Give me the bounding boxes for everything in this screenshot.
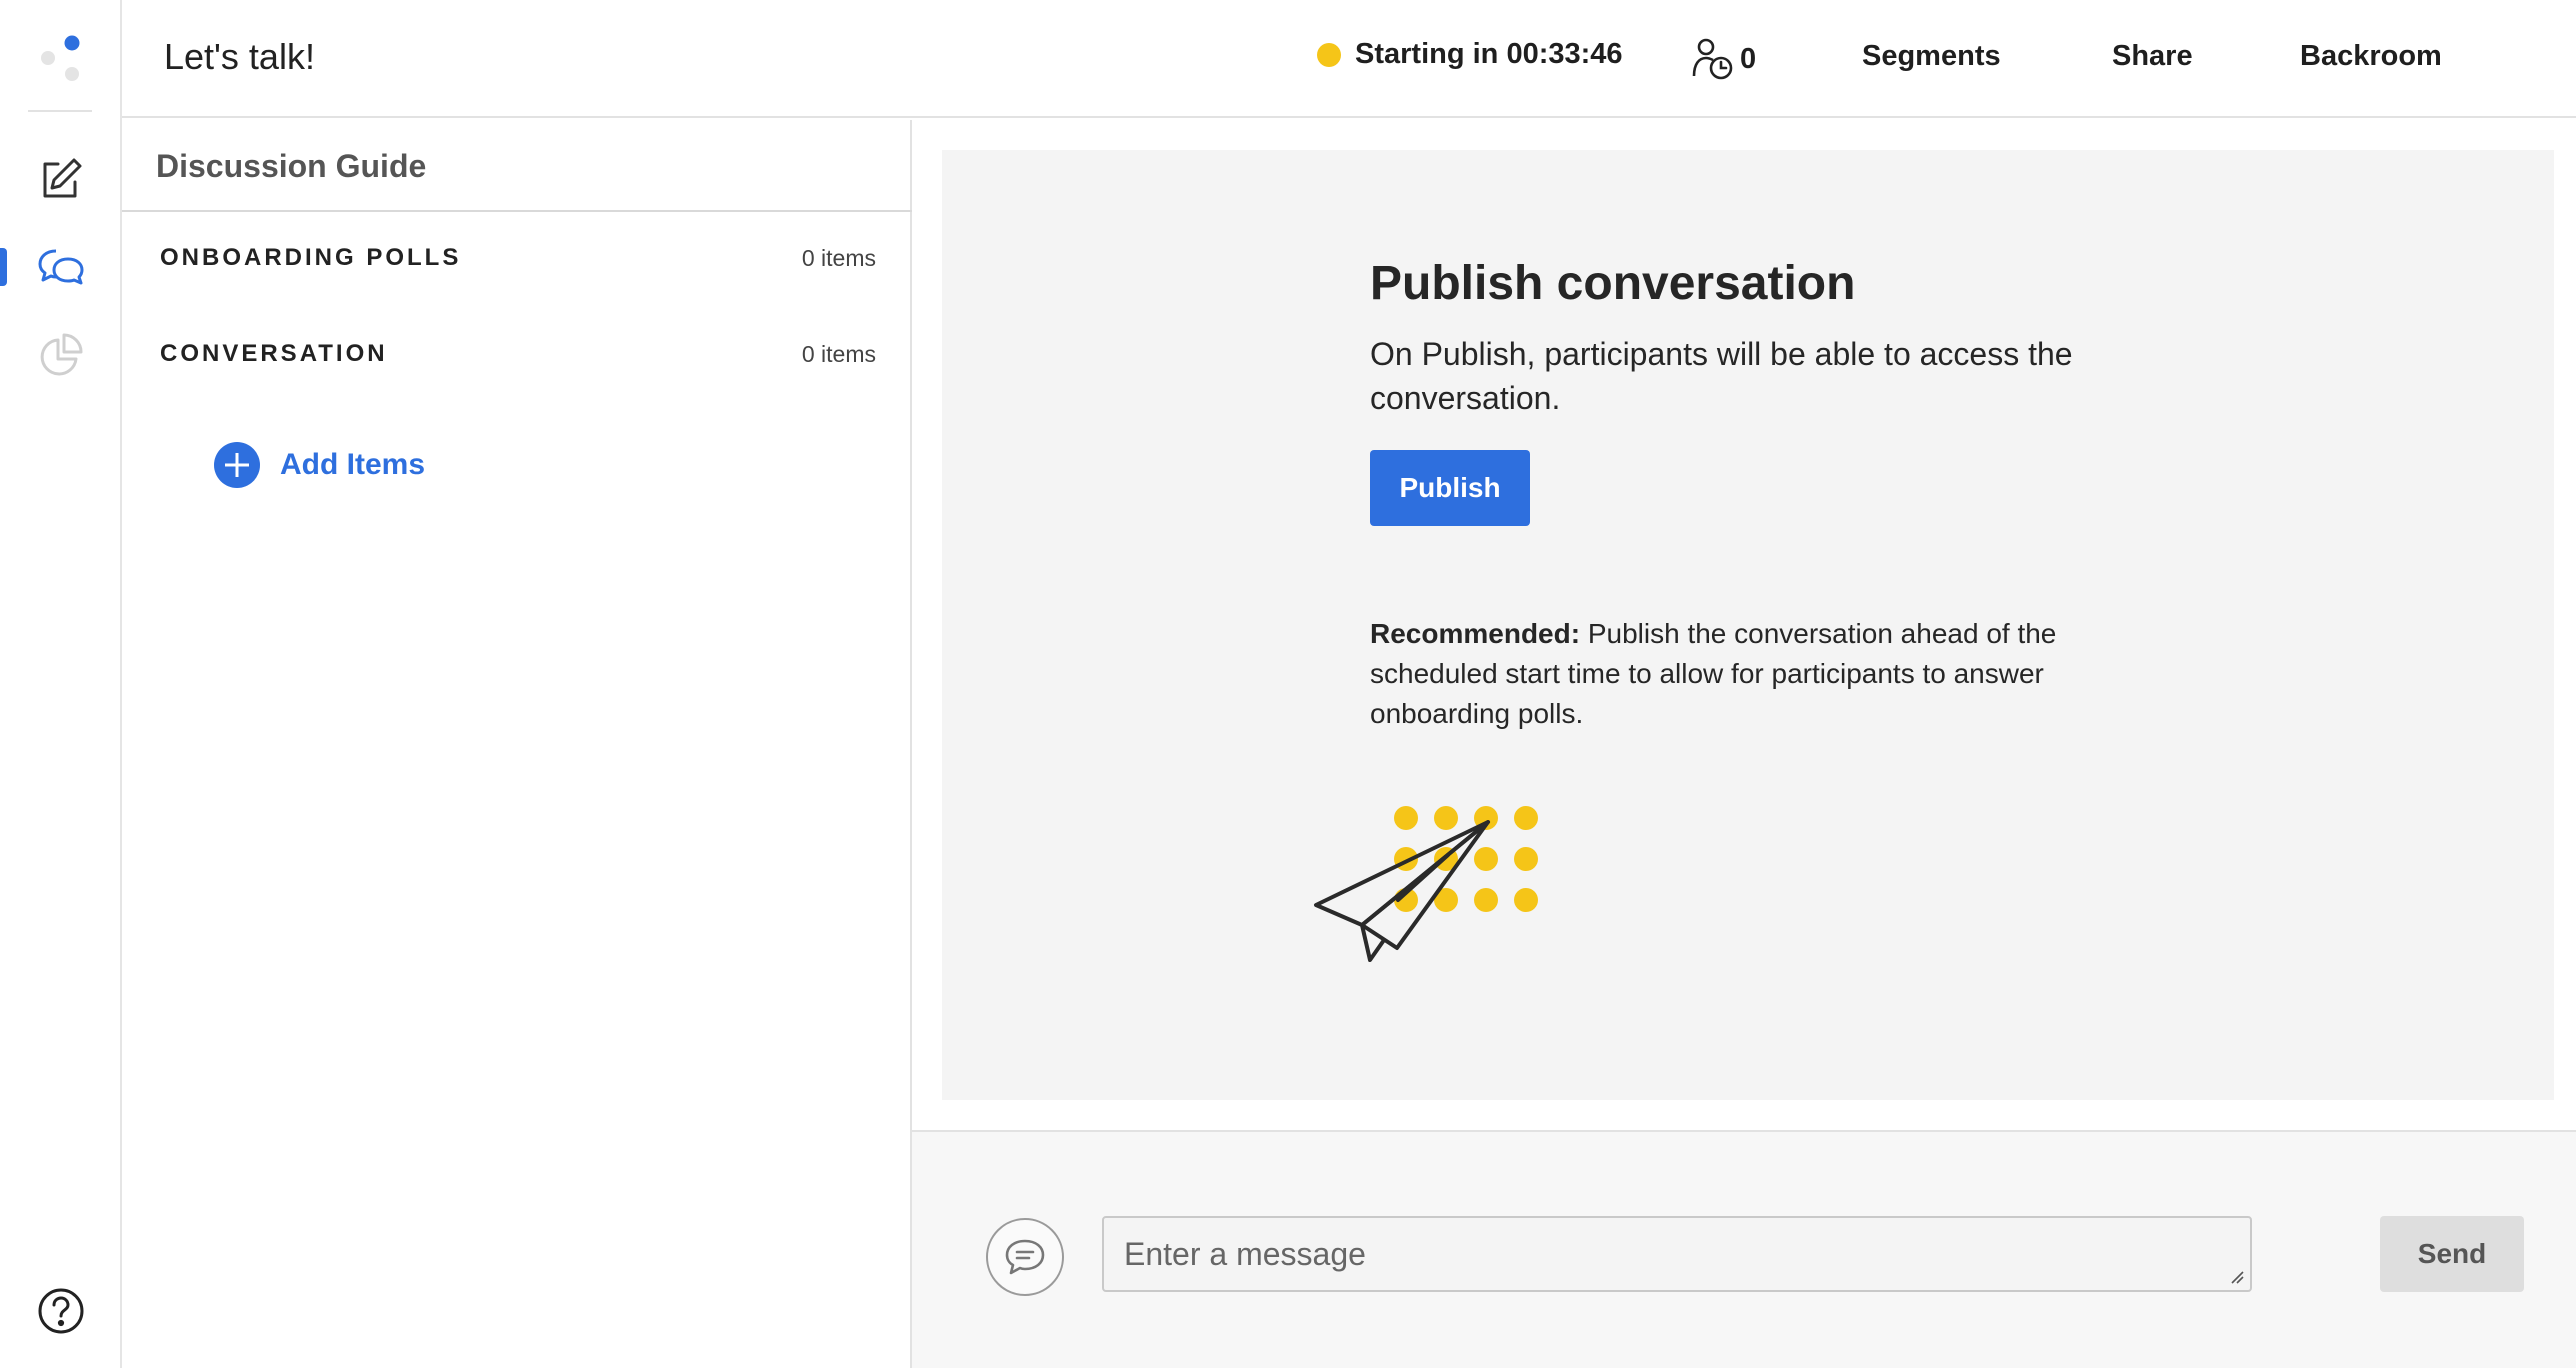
guide-divider bbox=[122, 210, 912, 212]
publish-button[interactable]: Publish bbox=[1370, 450, 1530, 526]
guide-title: Discussion Guide bbox=[156, 148, 427, 184]
waiting-participants-button[interactable]: 0 bbox=[1690, 36, 1756, 82]
session-status: Starting in 00:33:46 bbox=[1317, 38, 1623, 71]
chat-bubbles-icon[interactable] bbox=[30, 236, 92, 298]
send-button[interactable]: Send bbox=[2380, 1216, 2524, 1292]
segments-link[interactable]: Segments bbox=[1862, 40, 2001, 73]
recommendation-text: Recommended: Publish the conversation ah… bbox=[1370, 614, 2130, 734]
share-link[interactable]: Share bbox=[2112, 40, 2193, 73]
discussion-guide-panel: Discussion Guide ONBOARDING POLLS 0 item… bbox=[122, 120, 912, 1368]
section-label: CONVERSATION bbox=[160, 340, 388, 367]
edit-icon[interactable] bbox=[30, 148, 92, 210]
icon-rail bbox=[0, 0, 122, 1368]
section-conversation[interactable]: CONVERSATION 0 items bbox=[160, 340, 876, 368]
backroom-link[interactable]: Backroom bbox=[2300, 40, 2442, 73]
app-window: Let's talk! Starting in 00:33:46 0 Segme… bbox=[0, 0, 2576, 1368]
publish-panel: Publish conversation On Publish, partici… bbox=[942, 150, 2554, 1100]
section-onboarding-polls[interactable]: ONBOARDING POLLS 0 items bbox=[160, 244, 876, 272]
pie-chart-icon[interactable] bbox=[30, 324, 92, 386]
publish-title: Publish conversation bbox=[1370, 257, 1856, 310]
publish-description: On Publish, participants will be able to… bbox=[1370, 336, 2073, 416]
paper-plane-illustration bbox=[1302, 800, 1542, 980]
active-indicator bbox=[0, 248, 7, 286]
page-title: Let's talk! bbox=[164, 36, 315, 77]
top-header: Let's talk! Starting in 00:33:46 0 Segme… bbox=[122, 0, 2576, 118]
help-icon[interactable] bbox=[30, 1280, 92, 1342]
message-bubble-icon[interactable] bbox=[986, 1218, 1064, 1296]
participant-clock-icon bbox=[1692, 38, 1733, 80]
logo-icon[interactable] bbox=[36, 34, 86, 84]
add-items-label: Add Items bbox=[280, 448, 426, 481]
waiting-count: 0 bbox=[1740, 42, 1757, 75]
message-input[interactable] bbox=[1102, 1216, 2252, 1292]
recommend-label: Recommended: bbox=[1370, 618, 1581, 649]
section-label: ONBOARDING POLLS bbox=[160, 244, 462, 271]
add-items-button[interactable]: Add Items bbox=[214, 442, 425, 488]
status-dot-icon bbox=[1317, 42, 1341, 67]
message-composer: Send bbox=[912, 1130, 2576, 1368]
status-text: Starting in 00:33:46 bbox=[1355, 38, 1623, 70]
section-count: 0 items bbox=[801, 340, 876, 367]
paper-plane-icon bbox=[1314, 806, 1538, 962]
plus-circle-icon bbox=[214, 442, 260, 488]
resize-handle-icon[interactable] bbox=[2230, 1270, 2244, 1284]
rail-divider bbox=[28, 110, 92, 112]
section-count: 0 items bbox=[801, 244, 876, 271]
